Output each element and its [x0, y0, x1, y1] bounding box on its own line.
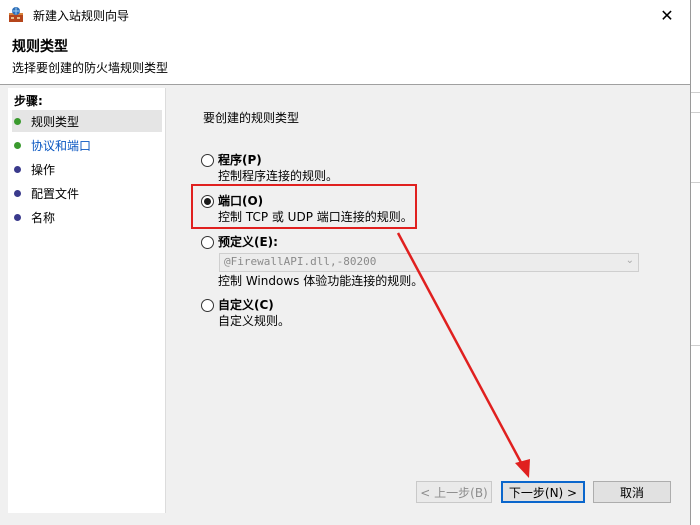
page-title: 规则类型	[12, 39, 68, 55]
cancel-button[interactable]: 取消	[593, 481, 671, 503]
firewall-icon	[9, 7, 23, 22]
predefined-radio[interactable]	[201, 236, 214, 249]
background-divider	[690, 345, 700, 346]
predefined-option-description: 控制 Windows 体验功能连接的规则。	[218, 274, 424, 288]
steps-panel: 步骤: 规则类型 协议和端口 操作 配置文件 名称	[8, 88, 166, 513]
step-status-icon	[14, 165, 21, 173]
steps-title: 步骤:	[14, 94, 43, 108]
title-bar: 新建入站规则向导 ✕	[0, 0, 690, 30]
predefined-rule-value: @FirewallAPI.dll,-80200	[224, 255, 377, 268]
step-label: 协议和端口	[31, 138, 92, 153]
next-button[interactable]: 下一步(N) >	[501, 481, 585, 503]
step-protocol-and-ports[interactable]: 协议和端口	[12, 134, 162, 156]
custom-option-description: 自定义规则。	[218, 314, 291, 328]
background-divider	[690, 112, 700, 113]
chevron-down-icon: ⌄	[625, 255, 634, 266]
window-title: 新建入站规则向导	[33, 9, 130, 23]
step-status-icon	[14, 189, 21, 197]
background-divider	[690, 182, 700, 183]
close-button[interactable]: ✕	[644, 0, 690, 30]
close-icon: ✕	[660, 5, 674, 25]
step-status-icon	[14, 117, 21, 125]
step-label: 名称	[31, 210, 56, 225]
port-option-highlight-box	[191, 184, 417, 229]
predefined-option-label[interactable]: 预定义(E):	[218, 233, 278, 250]
new-inbound-rule-wizard-dialog: 新建入站规则向导 ✕ 规则类型 选择要创建的防火墙规则类型 步骤: 规则类型 协…	[0, 0, 691, 525]
step-name[interactable]: 名称	[12, 206, 162, 228]
program-radio[interactable]	[201, 154, 214, 167]
program-option-description: 控制程序连接的规则。	[218, 169, 339, 183]
step-action[interactable]: 操作	[12, 158, 162, 180]
predefined-rule-select[interactable]: @FirewallAPI.dll,-80200 ⌄	[219, 253, 639, 272]
back-button[interactable]: < 上一步(B)	[416, 481, 492, 503]
step-profile[interactable]: 配置文件	[12, 182, 162, 204]
step-status-icon	[14, 213, 21, 221]
page-subtitle: 选择要创建的防火墙规则类型	[12, 61, 169, 75]
custom-option-label[interactable]: 自定义(C)	[218, 296, 274, 313]
program-option-label[interactable]: 程序(P)	[218, 151, 262, 168]
step-label: 操作	[31, 162, 56, 177]
rule-type-prompt: 要创建的规则类型	[203, 111, 300, 125]
step-label: 规则类型	[31, 114, 80, 129]
page-header: 规则类型 选择要创建的防火墙规则类型	[0, 30, 690, 85]
background-divider	[690, 92, 700, 93]
step-label: 配置文件	[31, 186, 80, 201]
step-rule-type[interactable]: 规则类型	[12, 110, 162, 132]
step-status-icon	[14, 141, 21, 149]
custom-radio[interactable]	[201, 299, 214, 312]
